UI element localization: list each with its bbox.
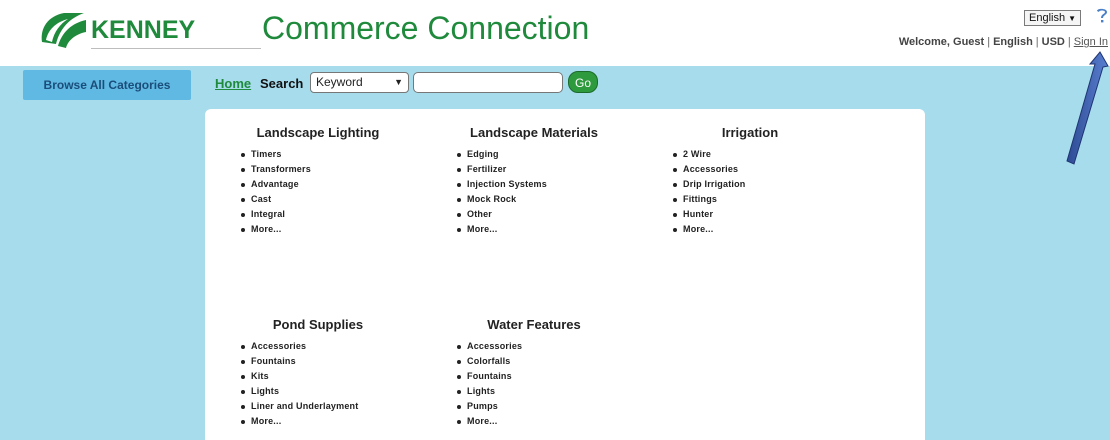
- search-type-select[interactable]: Keyword ▼: [310, 72, 409, 93]
- search-label: Search: [260, 76, 304, 91]
- category-water-features: Water Features Accessories Colorfalls Fo…: [434, 317, 634, 429]
- go-button[interactable]: Go: [568, 71, 598, 93]
- category-list: Timers Transformers Advantage Cast Integ…: [218, 147, 418, 237]
- search-type-value: Keyword: [316, 75, 363, 89]
- list-item[interactable]: Lights: [455, 384, 634, 399]
- list-item[interactable]: Cast: [239, 192, 418, 207]
- list-item[interactable]: Fertilizer: [455, 162, 634, 177]
- main-area: Browse All Categories Home Search Keywor…: [0, 66, 1110, 440]
- list-item[interactable]: Timers: [239, 147, 418, 162]
- category-title[interactable]: Water Features: [434, 317, 634, 335]
- list-item[interactable]: Integral: [239, 207, 418, 222]
- language-select[interactable]: English ▼: [1024, 10, 1081, 26]
- category-title[interactable]: Landscape Lighting: [218, 125, 418, 143]
- category-panel: Landscape Lighting Timers Transformers A…: [205, 109, 925, 440]
- more-link[interactable]: More...: [455, 222, 634, 237]
- category-list: Edging Fertilizer Injection Systems Mock…: [434, 147, 634, 237]
- welcome-text: Welcome, Guest: [898, 36, 985, 48]
- home-link[interactable]: Home: [215, 76, 251, 91]
- list-item[interactable]: Lights: [239, 384, 418, 399]
- category-title[interactable]: Landscape Materials: [434, 125, 634, 143]
- category-list: Accessories Colorfalls Fountains Lights …: [434, 339, 634, 429]
- list-item[interactable]: Pumps: [455, 399, 634, 414]
- list-item[interactable]: Accessories: [455, 339, 634, 354]
- chevron-down-icon: ▼: [394, 77, 403, 87]
- list-item[interactable]: Transformers: [239, 162, 418, 177]
- category-irrigation: Irrigation 2 Wire Accessories Drip Irrig…: [650, 125, 850, 237]
- list-item[interactable]: Fittings: [671, 192, 850, 207]
- list-item[interactable]: Liner and Underlayment: [239, 399, 418, 414]
- list-item[interactable]: Drip Irrigation: [671, 177, 850, 192]
- list-item[interactable]: Advantage: [239, 177, 418, 192]
- list-item[interactable]: Injection Systems: [455, 177, 634, 192]
- category-landscape-lighting: Landscape Lighting Timers Transformers A…: [218, 125, 418, 237]
- logo-underline: [91, 48, 261, 49]
- list-item[interactable]: Kits: [239, 369, 418, 384]
- chevron-down-icon: ▼: [1068, 14, 1076, 23]
- annotation-arrow-icon: [1066, 51, 1109, 165]
- list-item[interactable]: Hunter: [671, 207, 850, 222]
- page: KENNEY Commerce Connection English ▼ Welc…: [0, 0, 1110, 440]
- list-item[interactable]: Fountains: [455, 369, 634, 384]
- list-item[interactable]: Fountains: [239, 354, 418, 369]
- browse-all-categories-button[interactable]: Browse All Categories: [23, 70, 191, 100]
- list-item[interactable]: 2 Wire: [671, 147, 850, 162]
- category-list: Accessories Fountains Kits Lights Liner …: [218, 339, 418, 429]
- more-link[interactable]: More...: [455, 414, 634, 429]
- category-pond-supplies: Pond Supplies Accessories Fountains Kits…: [218, 317, 418, 429]
- category-title[interactable]: Pond Supplies: [218, 317, 418, 335]
- category-landscape-materials: Landscape Materials Edging Fertilizer In…: [434, 125, 634, 237]
- more-link[interactable]: More...: [239, 222, 418, 237]
- more-link[interactable]: More...: [239, 414, 418, 429]
- search-input[interactable]: [413, 72, 563, 93]
- user-bar: Welcome, Guest | English | USD | Sign In: [898, 36, 1108, 48]
- header: KENNEY Commerce Connection English ▼ Welc…: [0, 0, 1110, 66]
- kenney-logo[interactable]: KENNEY: [38, 10, 261, 58]
- language-link[interactable]: English: [993, 36, 1033, 48]
- list-item[interactable]: Colorfalls: [455, 354, 634, 369]
- list-item[interactable]: Accessories: [671, 162, 850, 177]
- list-item[interactable]: Other: [455, 207, 634, 222]
- language-select-value: English: [1029, 12, 1066, 24]
- category-title[interactable]: Irrigation: [650, 125, 850, 143]
- list-item[interactable]: Mock Rock: [455, 192, 634, 207]
- more-link[interactable]: More...: [671, 222, 850, 237]
- list-item[interactable]: Edging: [455, 147, 634, 162]
- help-icon[interactable]: [1094, 8, 1110, 26]
- category-list: 2 Wire Accessories Drip Irrigation Fitti…: [650, 147, 850, 237]
- list-item[interactable]: Accessories: [239, 339, 418, 354]
